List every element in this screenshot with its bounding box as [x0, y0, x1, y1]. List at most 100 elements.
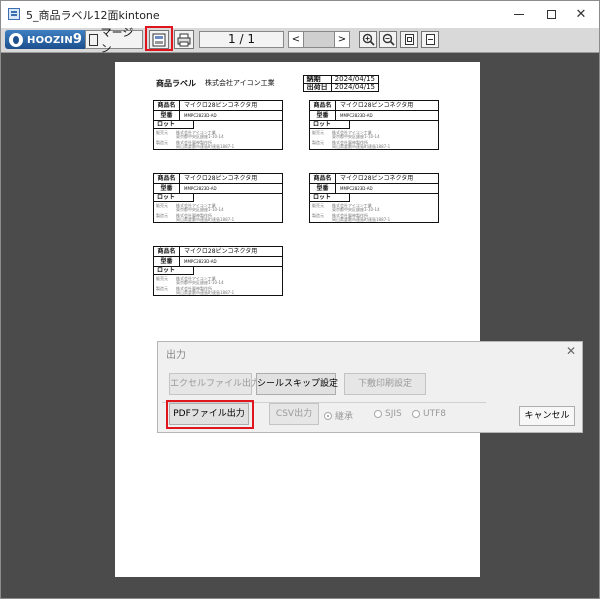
product-label-card: 商品名 マイクロ28ピンコネクタ用 型番 MMPC2823D-AD ロット 販売元 株式会社… [309, 173, 439, 223]
radio-dot-icon [374, 410, 382, 418]
seller-label: 販売元 [312, 130, 324, 135]
model-value: MMPC2823D-AD [340, 113, 373, 118]
seller-label: 販売元 [312, 203, 324, 208]
seller-line2: 東京都中央区銀座1-10-14 [176, 207, 224, 212]
maker-line2: 岡山県倉敷市連島町連島1887-1 [176, 217, 235, 222]
maker-label: 製造元 [312, 140, 324, 145]
lot-label: ロット [154, 267, 194, 275]
cancel-button[interactable]: キャンセル [519, 406, 575, 426]
maker-label: 製造元 [156, 140, 168, 145]
seller-label: 販売元 [156, 203, 168, 208]
document-page: 商品ラベル 株式会社アイコン工業 納期 2024/04/15 出荷日 2024/… [115, 62, 480, 577]
seller-line2: 東京都中央区銀座1-10-14 [176, 280, 224, 285]
prev-page-button[interactable]: < [288, 31, 304, 48]
csv-export-button[interactable]: CSV出力 [269, 403, 319, 425]
ship-value: 2024/04/15 [330, 83, 380, 92]
export-button-highlight [145, 26, 173, 51]
product-name-label: 商品名 [154, 101, 180, 110]
product-label-card: 商品名 マイクロ28ピンコネクタ用 型番 MMPC2823D-AD ロット 販売元 株式会社… [153, 173, 283, 223]
document-company: 株式会社アイコン工業 [205, 79, 275, 87]
close-icon: ✕ [575, 7, 587, 22]
model-row: 型番 MMPC2823D-AD [154, 184, 282, 194]
product-name-row: 商品名 マイクロ28ピンコネクタ用 [310, 174, 438, 184]
dialog-title: 出力 [166, 350, 186, 361]
seller-line2: 東京都中央区銀座1-10-14 [332, 207, 380, 212]
product-label-card: 商品名 マイクロ28ピンコネクタ用 型番 MMPC2823D-AD ロット 販売元 株式会社… [153, 246, 283, 296]
radio-utf8[interactable]: UTF8 [412, 409, 446, 419]
product-name-row: 商品名 マイクロ28ピンコネクタ用 [154, 101, 282, 111]
fit-width-button[interactable] [421, 31, 439, 48]
close-button[interactable]: ✕ [561, 1, 599, 28]
app-window: 5_商品ラベル12面kintone ✕ HOOZIN9 マージン 1 / 1 <… [0, 0, 600, 599]
maker-line2: 岡山県倉敷市連島町連島1887-1 [176, 290, 235, 295]
zoom-out-button[interactable] [379, 31, 397, 48]
ship-label: 出荷日 [302, 83, 332, 92]
model-value: MMPC2823D-AD [184, 259, 217, 264]
model-value: MMPC2823D-AD [184, 186, 217, 191]
seller-label: 販売元 [156, 130, 168, 135]
hoozin-logo-icon [9, 32, 23, 47]
zoom-in-icon [362, 33, 375, 46]
product-name-row: 商品名 マイクロ28ピンコネクタ用 [154, 247, 282, 257]
product-name-label: 商品名 [310, 101, 336, 110]
product-name-row: 商品名 マイクロ28ピンコネクタ用 [154, 174, 282, 184]
model-row: 型番 MMPC2823D-AD [154, 111, 282, 121]
app-icon [8, 8, 20, 20]
maker-line2: 岡山県倉敷市連島町連島1887-1 [332, 144, 391, 149]
next-page-button[interactable]: > [334, 31, 350, 48]
margin-button[interactable]: マージン [85, 26, 143, 55]
model-value: MMPC2823D-AD [340, 186, 373, 191]
product-name-value: マイクロ28ピンコネクタ用 [184, 102, 258, 109]
product-name-row: 商品名 マイクロ28ピンコネクタ用 [310, 101, 438, 111]
print-button[interactable] [174, 30, 194, 49]
maker-line2: 岡山県倉敷市連島町連島1887-1 [332, 217, 391, 222]
model-label: 型番 [310, 184, 336, 193]
seller-line2: 東京都中央区銀座1-10-14 [332, 134, 380, 139]
maker-label: 製造元 [156, 213, 168, 218]
lot-label: ロット [154, 194, 194, 202]
radio-dot-icon [412, 410, 420, 418]
lot-label: ロット [310, 194, 350, 202]
fit-page-button[interactable] [400, 31, 418, 48]
fit-page-icon [404, 34, 414, 45]
fit-width-icon [425, 34, 435, 45]
window-title: 5_商品ラベル12面kintone [26, 9, 160, 22]
product-label-card: 商品名 マイクロ28ピンコネクタ用 型番 MMPC2823D-AD ロット 販売元 株式会社… [309, 100, 439, 150]
product-label-card: 商品名 マイクロ28ピンコネクタ用 型番 MMPC2823D-AD ロット 販売元 株式会社… [153, 100, 283, 150]
radio-inherit[interactable]: 継承 [324, 409, 353, 422]
product-name-label: 商品名 [154, 247, 180, 256]
document-title: 商品ラベル [156, 79, 196, 88]
page-margin-icon [89, 33, 98, 46]
radio-dot-icon [324, 411, 332, 420]
model-row: 型番 MMPC2823D-AD [310, 184, 438, 194]
seller-line2: 東京都中央区銀座1-10-14 [176, 134, 224, 139]
model-label: 型番 [154, 257, 180, 266]
radio-sjis[interactable]: SJIS [374, 409, 402, 419]
product-name-label: 商品名 [154, 174, 180, 183]
product-name-value: マイクロ28ピンコネクタ用 [184, 248, 258, 255]
page-indicator: 1 / 1 [199, 31, 284, 48]
print-settings-button[interactable]: 下敷印刷設定 [344, 373, 426, 395]
maker-label: 製造元 [156, 286, 168, 291]
zoom-out-icon [382, 33, 395, 46]
model-label: 型番 [154, 184, 180, 193]
pdf-button-highlight [166, 400, 254, 429]
product-name-label: 商品名 [310, 174, 336, 183]
excel-export-button[interactable]: エクセルファイル出力 [169, 373, 260, 395]
model-label: 型番 [154, 111, 180, 120]
model-row: 型番 MMPC2823D-AD [310, 111, 438, 121]
seller-label: 販売元 [156, 276, 168, 281]
maker-label: 製造元 [312, 213, 324, 218]
zoom-in-button[interactable] [359, 31, 377, 48]
seal-skip-settings-button[interactable]: シールスキップ設定 [256, 373, 338, 395]
product-name-value: マイクロ28ピンコネクタ用 [340, 102, 414, 109]
dialog-close-icon[interactable]: ✕ [566, 344, 576, 358]
product-name-value: マイクロ28ピンコネクタ用 [184, 175, 258, 182]
maximize-icon [546, 10, 556, 19]
lot-label: ロット [154, 121, 194, 129]
page-scroll-track[interactable] [304, 31, 334, 48]
hoozin-logo-button[interactable]: HOOZIN9 [5, 30, 95, 49]
lot-label: ロット [310, 121, 350, 129]
model-row: 型番 MMPC2823D-AD [154, 257, 282, 267]
toolbar: HOOZIN9 マージン 1 / 1 < > [1, 26, 599, 55]
